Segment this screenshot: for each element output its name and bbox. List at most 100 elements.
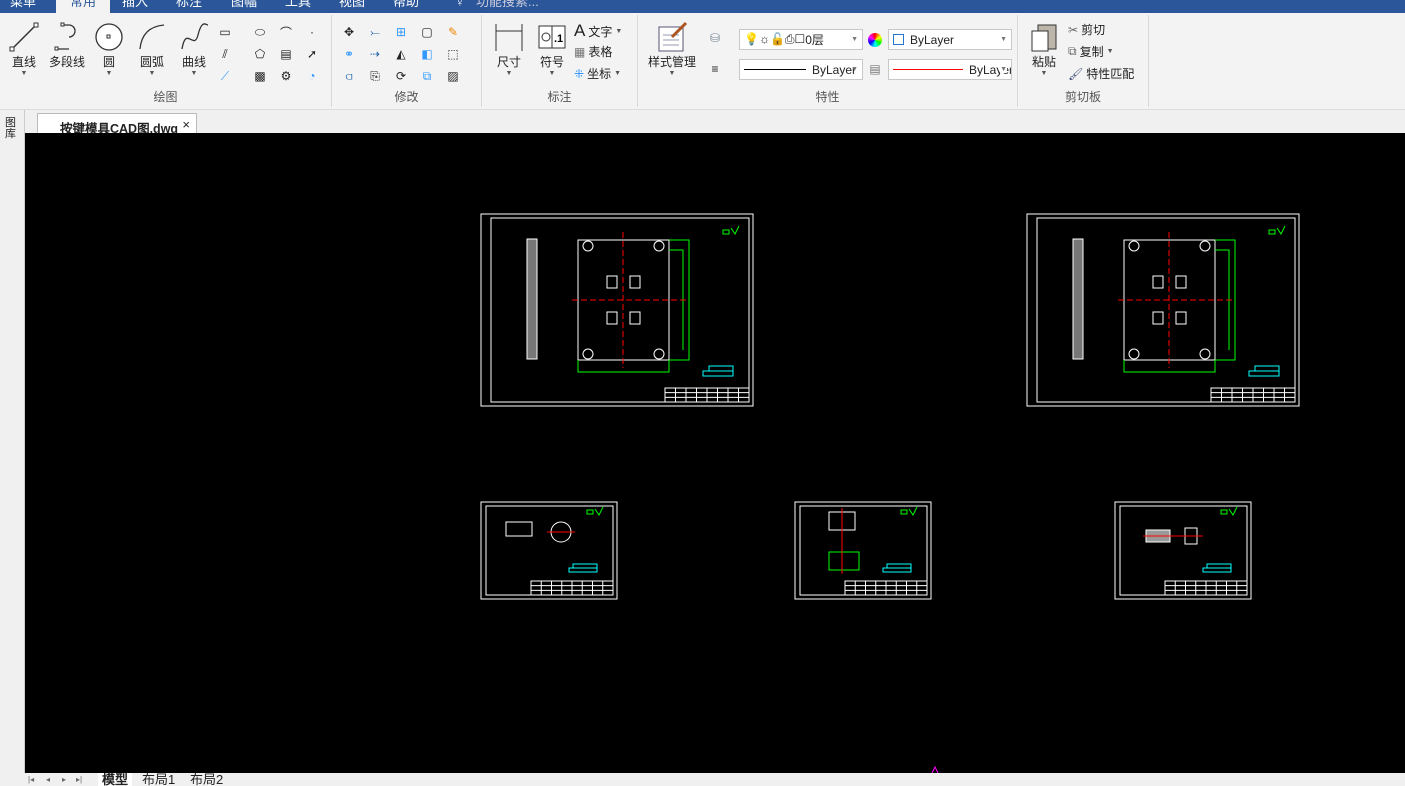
last-layout-button[interactable]: ▸|	[76, 773, 82, 786]
clipboard-group: 粘贴 ▼ ✂ 剪切 ⧉ 复制 ▼ 🖌 特性匹配 剪切板	[1018, 15, 1149, 107]
array-icon[interactable]: ⊞	[392, 23, 410, 41]
scissors-icon: ✂	[1068, 22, 1079, 37]
polyline-icon	[54, 22, 76, 51]
mirror-icon[interactable]: ◭	[392, 45, 410, 63]
layer-state-icons: 💡☼🔓⎙☐	[744, 32, 806, 46]
tab-insert[interactable]: 插入	[122, 0, 148, 10]
cut-button[interactable]: ✂ 剪切	[1068, 21, 1105, 38]
break-icon[interactable]: ▢	[418, 23, 436, 41]
drawing-sheet-1[interactable]	[480, 213, 754, 407]
tab-help[interactable]: 帮助	[393, 0, 419, 10]
library-label[interactable]: 图库	[0, 110, 16, 140]
next-layout-button[interactable]: ▸	[62, 773, 66, 786]
tab-layout1[interactable]: 布局1	[142, 773, 175, 786]
style-manager-button[interactable]: 样式管理 ▼	[642, 21, 702, 77]
bolt-hole	[1199, 240, 1211, 252]
edit-hatch-icon[interactable]: ▨	[444, 67, 462, 85]
explode-icon[interactable]: ⬚	[444, 45, 462, 63]
polygon-icon[interactable]: ⬠	[251, 45, 269, 63]
rotate-icon[interactable]: ⟳	[392, 67, 410, 85]
note-box	[1248, 365, 1280, 377]
tab-view[interactable]: 视图	[339, 0, 365, 10]
drawing-sheet-2[interactable]	[1026, 213, 1300, 407]
linetype-icon[interactable]: ▤	[866, 60, 884, 78]
tab-tools[interactable]: 工具	[285, 0, 311, 10]
lineweight-select[interactable]: ByLayer ▼	[888, 59, 1012, 80]
table-button[interactable]: ▦ 表格	[574, 43, 612, 60]
erase-icon[interactable]: ✎	[444, 23, 462, 41]
move-icon[interactable]: ✥	[340, 23, 358, 41]
drawing-sheet-5[interactable]	[1114, 501, 1252, 600]
copy-button[interactable]: ⧉ 复制 ▼	[1068, 43, 1114, 60]
tab-menu[interactable]: 菜单	[10, 0, 36, 10]
linetype-select[interactable]: ByLayer ▼	[739, 59, 863, 80]
title-block	[1210, 387, 1296, 403]
block-icon[interactable]: ▤	[277, 45, 295, 63]
extend-icon[interactable]: ⇢	[366, 45, 384, 63]
curve-button[interactable]: 曲线 ▼	[176, 21, 212, 77]
color-wheel-icon[interactable]	[866, 31, 884, 49]
region-icon[interactable]: ◔	[303, 67, 321, 85]
first-layout-button[interactable]: |◂	[28, 773, 34, 786]
symbol-button[interactable]: .1 符号 ▼	[534, 21, 570, 77]
draw-group: 直线 ▼ 多段线 圆 ▼ 圆弧 ▼ 曲线 ▼ ▭ ⬭ ⌒ · ⫽ ⬠ ▤ ➚ ⟋ ▩ ⚙…	[0, 15, 332, 107]
tab-annotate[interactable]: 标注	[176, 0, 202, 10]
hatch-icon[interactable]: ▩	[251, 67, 269, 85]
gear-icon[interactable]: ⚙	[277, 67, 295, 85]
polyline-button[interactable]: 多段线	[44, 21, 90, 70]
document-tab[interactable]: 按键模具CAD图.dwg ×	[37, 113, 197, 136]
double-line-icon[interactable]: ⫽	[216, 45, 234, 63]
tab-model[interactable]: 模型	[98, 773, 133, 786]
drawing-canvas[interactable]	[25, 133, 1405, 774]
curve-fit-icon[interactable]: ⌒	[277, 23, 295, 41]
roughness-symbol	[586, 506, 604, 516]
match-properties-button[interactable]: 🖌 特性匹配	[1068, 65, 1134, 82]
bolt-hole	[1199, 348, 1211, 360]
cavity	[606, 311, 618, 325]
coordinate-button[interactable]: ⁜ 坐标 ▼	[574, 65, 621, 82]
dimension-button[interactable]: 尺寸 ▼	[490, 21, 528, 77]
stretch-icon[interactable]: ⎘	[366, 67, 384, 85]
style-manager-icon	[658, 21, 688, 52]
paste-button[interactable]: 粘贴 ▼	[1026, 21, 1062, 77]
model-space[interactable]	[25, 133, 1405, 774]
copy-object-icon[interactable]: ⚭	[340, 45, 358, 63]
trim-icon[interactable]: ⤚	[366, 23, 384, 41]
layer-manager-icon[interactable]: ⛁	[706, 29, 724, 47]
ray-icon[interactable]: ⟋	[216, 67, 234, 85]
arrow-icon[interactable]: ➚	[303, 45, 321, 63]
part-view	[828, 551, 860, 571]
properties-group: 样式管理 ▼ ⛁ 💡☼🔓⎙☐ 0层 ▼ ByLayer ▼ ≡ ByLayer ▼ ▤ B…	[638, 15, 1018, 107]
tab-home[interactable]: 常用	[56, 0, 111, 13]
layer-select[interactable]: 💡☼🔓⎙☐ 0层 ▼	[739, 29, 863, 50]
roughness-symbol	[1268, 225, 1286, 235]
ellipse-icon[interactable]: ⬭	[251, 23, 269, 41]
roughness-symbol	[722, 225, 740, 235]
bolt-hole	[1128, 240, 1140, 252]
svg-text:.1: .1	[554, 33, 563, 45]
scale-icon[interactable]: ◧	[418, 45, 436, 63]
text-button[interactable]: A 文字 ▼	[574, 21, 622, 41]
sheet-inner-frame	[799, 505, 928, 596]
offset-icon[interactable]: ⫏	[340, 67, 358, 85]
arc-button[interactable]: 圆弧 ▼	[134, 21, 170, 77]
drawing-sheet-4[interactable]	[794, 501, 932, 600]
table-icon: ▦	[574, 44, 586, 59]
chamfer-icon[interactable]: ⧉	[418, 67, 436, 85]
feature-search[interactable]: 功能搜索...	[476, 0, 539, 10]
point-icon[interactable]: ·	[303, 23, 321, 41]
lineweight-icon[interactable]: ≡	[706, 60, 724, 78]
tab-sheet[interactable]: 图幅	[231, 0, 257, 10]
tab-layout2[interactable]: 布局2	[190, 773, 223, 786]
line-button[interactable]: 直线 ▼	[6, 21, 42, 77]
library-panel[interactable]: 图库	[0, 110, 25, 773]
rectangle-icon[interactable]: ▭	[216, 23, 234, 41]
layout-tab-bar: |◂ ◂ ▸ ▸| 模型 布局1 布局2	[0, 773, 1405, 786]
annotate-group: 尺寸 ▼ .1 符号 ▼ A 文字 ▼ ▦ 表格 ⁜ 坐标 ▼ 标注	[482, 15, 638, 107]
coordinate-icon: ⁜	[574, 66, 585, 81]
circle-button[interactable]: 圆 ▼	[92, 21, 126, 77]
color-select[interactable]: ByLayer ▼	[888, 29, 1012, 50]
prev-layout-button[interactable]: ◂	[46, 773, 50, 786]
close-icon[interactable]: ×	[182, 117, 190, 132]
drawing-sheet-3[interactable]	[480, 501, 618, 600]
